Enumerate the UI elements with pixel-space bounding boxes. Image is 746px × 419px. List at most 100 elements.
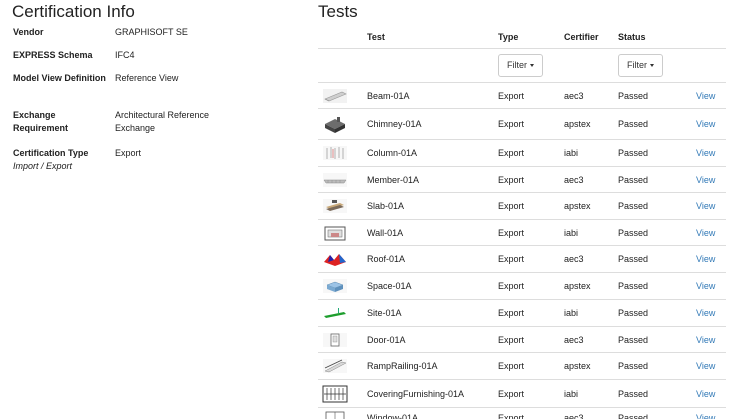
info-row-schema: EXPRESS Schema IFC4: [13, 49, 243, 63]
window-thumbnail: [322, 409, 348, 419]
test-certifier: apstex: [564, 119, 591, 129]
view-link[interactable]: View: [696, 148, 715, 158]
test-status: Passed: [618, 254, 649, 264]
test-status: Passed: [618, 388, 649, 399]
tests-title: Tests: [318, 2, 358, 21]
info-row-vendor: Vendor GRAPHISOFT SE: [13, 26, 243, 40]
test-name: Wall-01A: [367, 227, 404, 238]
mvd-value: Reference View: [115, 73, 179, 83]
view-link[interactable]: View: [696, 254, 715, 264]
info-row-exchange: Exchange Requirement Architectural Refer…: [13, 109, 243, 137]
col-header-type: Type: [498, 32, 519, 42]
test-certifier: aec3: [564, 334, 584, 345]
view-link[interactable]: View: [696, 308, 715, 318]
view-link[interactable]: View: [696, 389, 715, 399]
slab-thumbnail: [322, 197, 348, 215]
vendor-value: GRAPHISOFT SE: [115, 27, 188, 37]
test-certifier: apstex: [564, 361, 591, 371]
exchange-label: Exchange Requirement: [13, 110, 69, 133]
view-link[interactable]: View: [696, 201, 715, 211]
test-certifier: apstex: [564, 201, 591, 211]
test-type: Export: [498, 90, 525, 101]
view-link[interactable]: View: [696, 175, 715, 185]
table-row: Roof-01A Export aec3 Passed View: [318, 246, 726, 273]
table-row: Wall-01A Export iabi Passed View: [318, 220, 726, 246]
test-certifier: aec3: [564, 174, 584, 185]
view-link[interactable]: View: [696, 91, 715, 101]
mvd-label: Model View Definition: [13, 73, 106, 83]
table-row: Site-01A Export iabi Passed View: [318, 300, 726, 327]
column-thumbnail: [322, 144, 348, 162]
table-row: Window-01A Export aec3 Passed View: [318, 408, 726, 419]
test-status: Passed: [618, 361, 649, 371]
test-certifier: iabi: [564, 227, 579, 238]
test-type: Export: [498, 119, 525, 129]
test-status: Passed: [618, 90, 649, 101]
schema-label: EXPRESS Schema: [13, 50, 93, 60]
header-divider: [318, 48, 726, 49]
table-row: Member-01A Export aec3 Passed View: [318, 167, 726, 193]
test-name: Member-01A: [367, 174, 420, 185]
status-filter-button[interactable]: Filter: [618, 54, 663, 77]
test-name: CoveringFurnishing-01A: [367, 388, 465, 399]
view-link[interactable]: View: [696, 335, 715, 345]
cert-type-label-text: Certification Type: [13, 148, 89, 158]
table-row: Chimney-01A Export apstex Passed View: [318, 109, 726, 140]
test-certifier: iabi: [564, 148, 579, 158]
type-filter-label: Filter: [507, 60, 527, 70]
caret-down-icon: [530, 64, 534, 68]
ramp-railing-thumbnail: [322, 357, 348, 375]
test-status: Passed: [618, 334, 649, 345]
test-status: Passed: [618, 174, 649, 185]
beam-thumbnail: [322, 87, 348, 105]
cert-type-label: Certification Type Import / Export: [13, 147, 113, 173]
test-status: Passed: [618, 281, 649, 291]
certification-info-title: Certification Info: [12, 2, 135, 21]
status-filter-label: Filter: [627, 60, 647, 70]
wall-thumbnail: [322, 224, 348, 242]
view-link[interactable]: View: [696, 228, 715, 238]
table-row: CoveringFurnishing-01A Export iabi Passed Vi…: [318, 380, 726, 408]
test-status: Passed: [618, 119, 649, 129]
test-certifier: aec3: [564, 254, 584, 264]
test-name: Window-01A: [367, 412, 419, 419]
test-name: Column-01A: [367, 148, 418, 158]
test-type: Export: [498, 281, 525, 291]
test-name: Slab-01A: [367, 201, 405, 211]
test-name: Roof-01A: [367, 254, 406, 264]
test-type: Export: [498, 227, 525, 238]
schema-value: IFC4: [115, 50, 135, 60]
test-name: Door-01A: [367, 334, 406, 345]
space-thumbnail: [322, 277, 348, 295]
member-thumbnail: [322, 171, 348, 189]
test-status: Passed: [618, 412, 649, 419]
cert-type-value: Export: [115, 148, 142, 158]
test-name: RampRailing-01A: [367, 361, 438, 371]
test-status: Passed: [618, 148, 649, 158]
test-name: Beam-01A: [367, 90, 410, 101]
test-status: Passed: [618, 308, 649, 318]
info-row-mvd: Model View Definition Reference View: [13, 72, 243, 100]
test-type: Export: [498, 148, 525, 158]
view-link[interactable]: View: [696, 281, 715, 291]
test-type: Export: [498, 201, 525, 211]
caret-down-icon: [650, 64, 654, 68]
test-type: Export: [498, 174, 525, 185]
door-thumbnail: [322, 331, 348, 349]
table-row: RampRailing-01A Export apstex Passed View: [318, 353, 726, 380]
info-row-cert-type: Certification Type Import / Export Expor…: [13, 147, 243, 175]
view-link[interactable]: View: [696, 361, 715, 371]
covering-furnishing-thumbnail: [322, 385, 348, 403]
vendor-label: Vendor: [13, 27, 44, 37]
test-status: Passed: [618, 201, 649, 211]
col-header-test: Test: [367, 32, 385, 42]
test-certifier: aec3: [564, 412, 584, 419]
test-certifier: iabi: [564, 308, 579, 318]
type-filter-button[interactable]: Filter: [498, 54, 543, 77]
test-status: Passed: [618, 227, 649, 238]
test-name: Chimney-01A: [367, 119, 422, 129]
chimney-thumbnail: [322, 115, 348, 133]
table-row: Slab-01A Export apstex Passed View: [318, 193, 726, 220]
view-link[interactable]: View: [696, 413, 715, 419]
view-link[interactable]: View: [696, 119, 715, 129]
